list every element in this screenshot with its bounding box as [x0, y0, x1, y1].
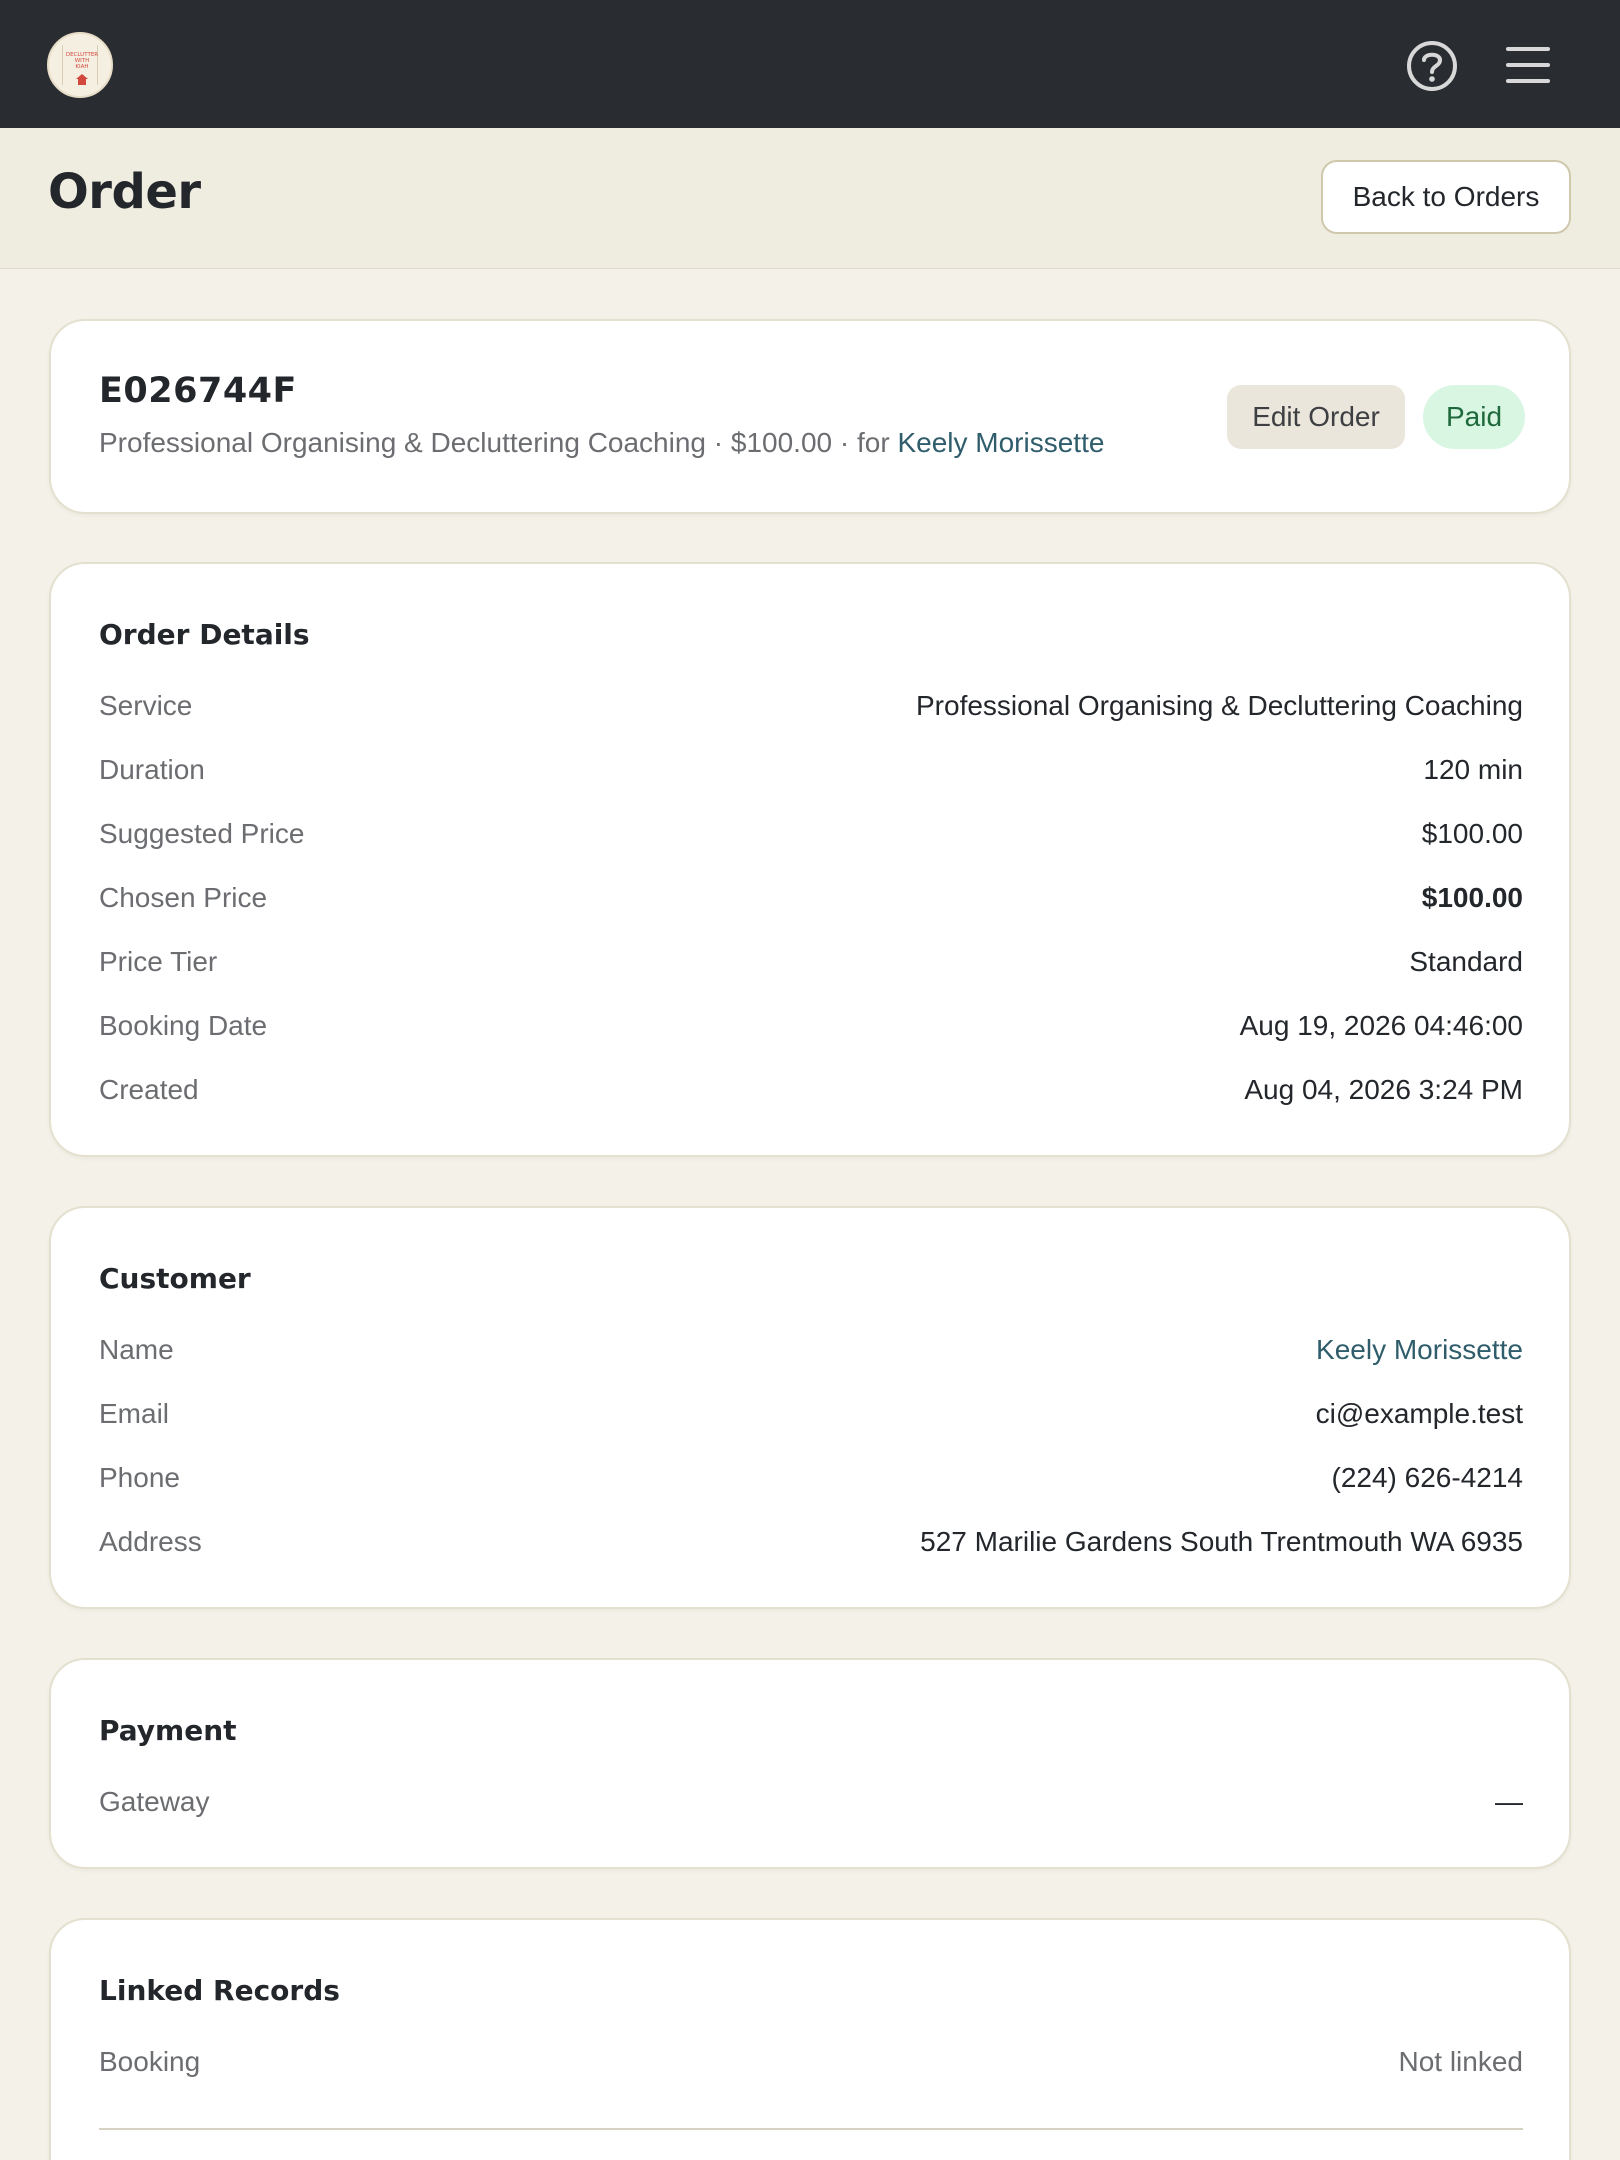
brand-logo[interactable]: DECLUTTER WITH KIAH: [47, 32, 113, 98]
house-icon-body: [78, 79, 86, 85]
detail-value: Aug 04, 2026 3:24 PM: [1244, 1074, 1523, 1105]
detail-row-price-tier: Price Tier Standard: [99, 942, 1523, 982]
separator-for: · for: [832, 427, 898, 458]
order-id: E026744F: [99, 371, 297, 411]
detail-value: Professional Organising & Decluttering C…: [916, 690, 1523, 721]
detail-value: $100.00: [1421, 882, 1523, 913]
top-navbar: DECLUTTER WITH KIAH: [0, 0, 1620, 128]
detail-row-created: Created Aug 04, 2026 3:24 PM: [99, 1070, 1523, 1110]
customer-card: Customer Name Keely Morissette Email ci@…: [49, 1206, 1571, 1609]
back-to-orders-button[interactable]: Back to Orders: [1321, 160, 1571, 234]
section-title-order-details: Order Details: [99, 618, 310, 651]
detail-label: Email: [99, 1398, 170, 1429]
page-title: Order: [48, 164, 201, 220]
customer-row-address: Address 527 Marilie Gardens South Trentm…: [99, 1522, 1523, 1562]
help-button[interactable]: [1404, 38, 1460, 94]
logo-text: DECLUTTER WITH KIAH: [65, 52, 99, 70]
page-header: Order Back to Orders: [0, 128, 1620, 269]
customer-name-link[interactable]: Keely Morissette: [1316, 1334, 1523, 1366]
order-summary-card: E026744F Professional Organising & Declu…: [49, 319, 1571, 514]
detail-row-service: Service Professional Organising & Declut…: [99, 686, 1523, 726]
order-price: $100.00: [730, 427, 833, 458]
divider: [99, 2128, 1523, 2130]
detail-value: $100.00: [1421, 818, 1523, 849]
menu-button[interactable]: [1502, 41, 1554, 89]
detail-row-booking-date: Booking Date Aug 19, 2026 04:46:00: [99, 1006, 1523, 1046]
detail-label: Created: [99, 1074, 199, 1105]
section-title-customer: Customer: [99, 1262, 251, 1295]
detail-label: Gateway: [99, 1786, 210, 1817]
detail-label: Phone: [99, 1462, 180, 1493]
detail-value: 120 min: [1423, 754, 1523, 785]
section-title-payment: Payment: [99, 1714, 237, 1747]
detail-label: Service: [99, 690, 193, 721]
detail-label: Booking Date: [99, 1010, 268, 1041]
payment-card: Payment Gateway —: [49, 1658, 1571, 1869]
customer-row-name: Name Keely Morissette: [99, 1330, 1523, 1370]
detail-label: Price Tier: [99, 946, 218, 977]
detail-value: Aug 19, 2026 04:46:00: [1239, 1010, 1523, 1041]
detail-value: 527 Marilie Gardens South Trentmouth WA …: [920, 1526, 1523, 1557]
customer-link[interactable]: Keely Morissette: [897, 427, 1104, 458]
customer-row-phone: Phone (224) 626-4214: [99, 1458, 1523, 1498]
detail-row-suggested-price: Suggested Price $100.00: [99, 814, 1523, 854]
linked-records-card: Linked Records Booking Not linked: [49, 1918, 1571, 2160]
detail-label: Booking: [99, 2046, 201, 2077]
detail-value: Not linked: [1398, 2046, 1523, 2077]
order-service: Professional Organising & Decluttering C…: [99, 427, 706, 458]
detail-label: Name: [99, 1334, 174, 1365]
detail-row-duration: Duration 120 min: [99, 750, 1523, 790]
edit-order-button[interactable]: Edit Order: [1227, 385, 1405, 449]
section-title-linked-records: Linked Records: [99, 1974, 340, 2007]
status-badge: Paid: [1423, 385, 1525, 449]
detail-label: Address: [99, 1526, 202, 1557]
separator: ·: [706, 427, 731, 458]
payment-row-gateway: Gateway —: [99, 1782, 1523, 1822]
customer-row-email: Email ci@example.test: [99, 1394, 1523, 1434]
detail-value: —: [1495, 1786, 1523, 1817]
detail-label: Suggested Price: [99, 818, 305, 849]
linked-row-booking: Booking Not linked: [99, 2042, 1523, 2082]
detail-label: Chosen Price: [99, 882, 268, 913]
order-subtitle: Professional Organising & Decluttering C…: [99, 427, 1104, 459]
hamburger-menu-icon: [1506, 47, 1550, 83]
detail-value: (224) 626-4214: [1331, 1462, 1523, 1493]
detail-row-chosen-price: Chosen Price $100.00: [99, 878, 1523, 918]
detail-value: ci@example.test: [1315, 1398, 1523, 1429]
order-details-card: Order Details Service Professional Organ…: [49, 562, 1571, 1157]
detail-label: Duration: [99, 754, 205, 785]
detail-value: Standard: [1409, 946, 1523, 977]
help-icon: [1407, 41, 1457, 91]
